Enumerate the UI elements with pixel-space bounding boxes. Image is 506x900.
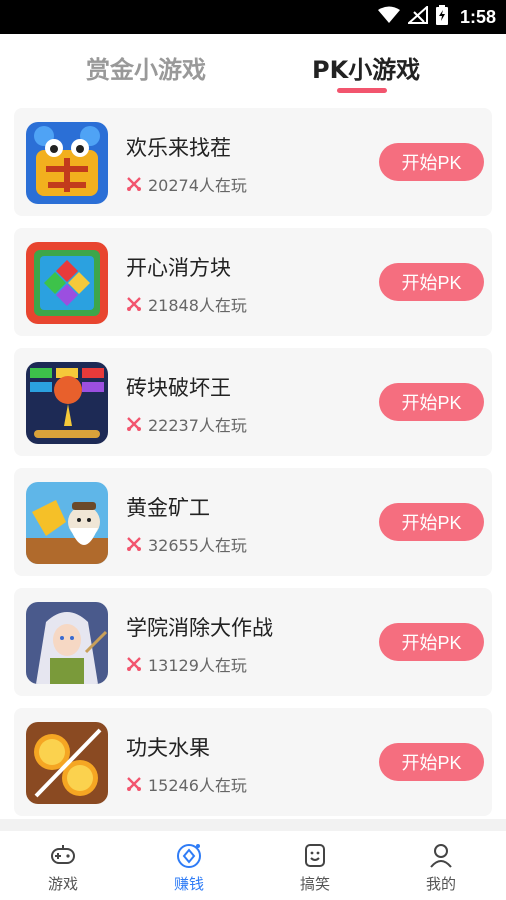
game-tabs: 赏金小游戏 PK小游戏 — [0, 34, 506, 98]
crossed-swords-icon — [127, 537, 141, 551]
crossed-swords-icon — [127, 297, 141, 311]
tab-bounty-games[interactable]: 赏金小游戏 — [86, 50, 206, 85]
profile-icon — [430, 844, 452, 868]
nav-label: 搞笑 — [299, 875, 330, 893]
player-count-text: 13129人在玩 — [148, 656, 247, 675]
crossed-swords-icon — [127, 417, 141, 431]
player-count-text: 22237人在玩 — [148, 416, 247, 435]
nav-label: 游戏 — [47, 875, 78, 893]
crossed-swords-icon — [127, 777, 141, 791]
game-name: 功夫水果 — [126, 736, 210, 760]
game-name: 砖块破坏王 — [126, 376, 231, 400]
start-pk-button[interactable]: 开始PK — [379, 503, 484, 541]
crossed-swords-icon — [127, 177, 141, 191]
academy-match-game-icon — [26, 602, 108, 684]
game-name: 开心消方块 — [126, 256, 231, 280]
player-count: 13129人在玩 — [126, 652, 247, 676]
wifi-icon — [377, 6, 400, 28]
start-pk-button[interactable]: 开始PK — [379, 623, 484, 661]
nav-games[interactable]: 游戏 — [0, 831, 126, 900]
player-count-text: 32655人在玩 — [148, 536, 247, 555]
gem-blocks-game-icon — [26, 242, 108, 324]
nav-label: 我的 — [425, 875, 456, 893]
start-pk-button[interactable]: 开始PK — [379, 263, 484, 301]
earn-coin-icon — [177, 844, 201, 868]
battery-charging-icon — [435, 5, 448, 29]
active-tab-indicator — [337, 88, 387, 93]
find-difference-game-icon — [26, 122, 108, 204]
player-count-text: 21848人在玩 — [148, 296, 247, 315]
player-count: 22237人在玩 — [126, 412, 247, 436]
status-time: 1:58 — [459, 6, 496, 27]
game-name: 学院消除大作战 — [126, 616, 273, 640]
player-count-text: 15246人在玩 — [148, 776, 247, 795]
funny-face-icon — [305, 844, 325, 867]
brick-breaker-game-icon — [26, 362, 108, 444]
player-count: 20274人在玩 — [126, 172, 247, 196]
gamepad-icon — [51, 845, 75, 864]
game-card[interactable]: 开心消方块 21848人在玩 开始PK — [14, 228, 492, 336]
nav-profile[interactable]: 我的 — [378, 831, 504, 900]
crossed-swords-icon — [127, 657, 141, 671]
bottom-nav: 游戏 赚钱 搞笑 我的 — [0, 819, 506, 900]
gold-miner-game-icon — [26, 482, 108, 564]
no-signal-icon — [406, 4, 428, 28]
nav-earn[interactable]: 赚钱 — [126, 831, 252, 900]
game-card[interactable]: 黄金矿工 32655人在玩 开始PK — [14, 468, 492, 576]
game-card[interactable]: 学院消除大作战 13129人在玩 开始PK — [14, 588, 492, 696]
player-count: 15246人在玩 — [126, 772, 247, 796]
kungfu-fruit-game-icon — [26, 722, 108, 804]
nav-label: 赚钱 — [173, 875, 204, 893]
tab-pk-games[interactable]: PK小游戏 — [312, 50, 420, 85]
start-pk-button[interactable]: 开始PK — [379, 743, 484, 781]
status-bar: 1:58 — [0, 0, 506, 34]
nav-funny[interactable]: 搞笑 — [252, 831, 378, 900]
start-pk-button[interactable]: 开始PK — [379, 383, 484, 421]
player-count-text: 20274人在玩 — [148, 176, 247, 195]
game-card[interactable]: 砖块破坏王 22237人在玩 开始PK — [14, 348, 492, 456]
start-pk-button[interactable]: 开始PK — [379, 143, 484, 181]
player-count: 21848人在玩 — [126, 292, 247, 316]
game-card[interactable]: 欢乐来找茬 20274人在玩 开始PK — [14, 108, 492, 216]
game-name: 黄金矿工 — [126, 496, 210, 520]
game-card[interactable]: 功夫水果 15246人在玩 开始PK — [14, 708, 492, 816]
game-name: 欢乐来找茬 — [126, 136, 231, 160]
player-count: 32655人在玩 — [126, 532, 247, 556]
